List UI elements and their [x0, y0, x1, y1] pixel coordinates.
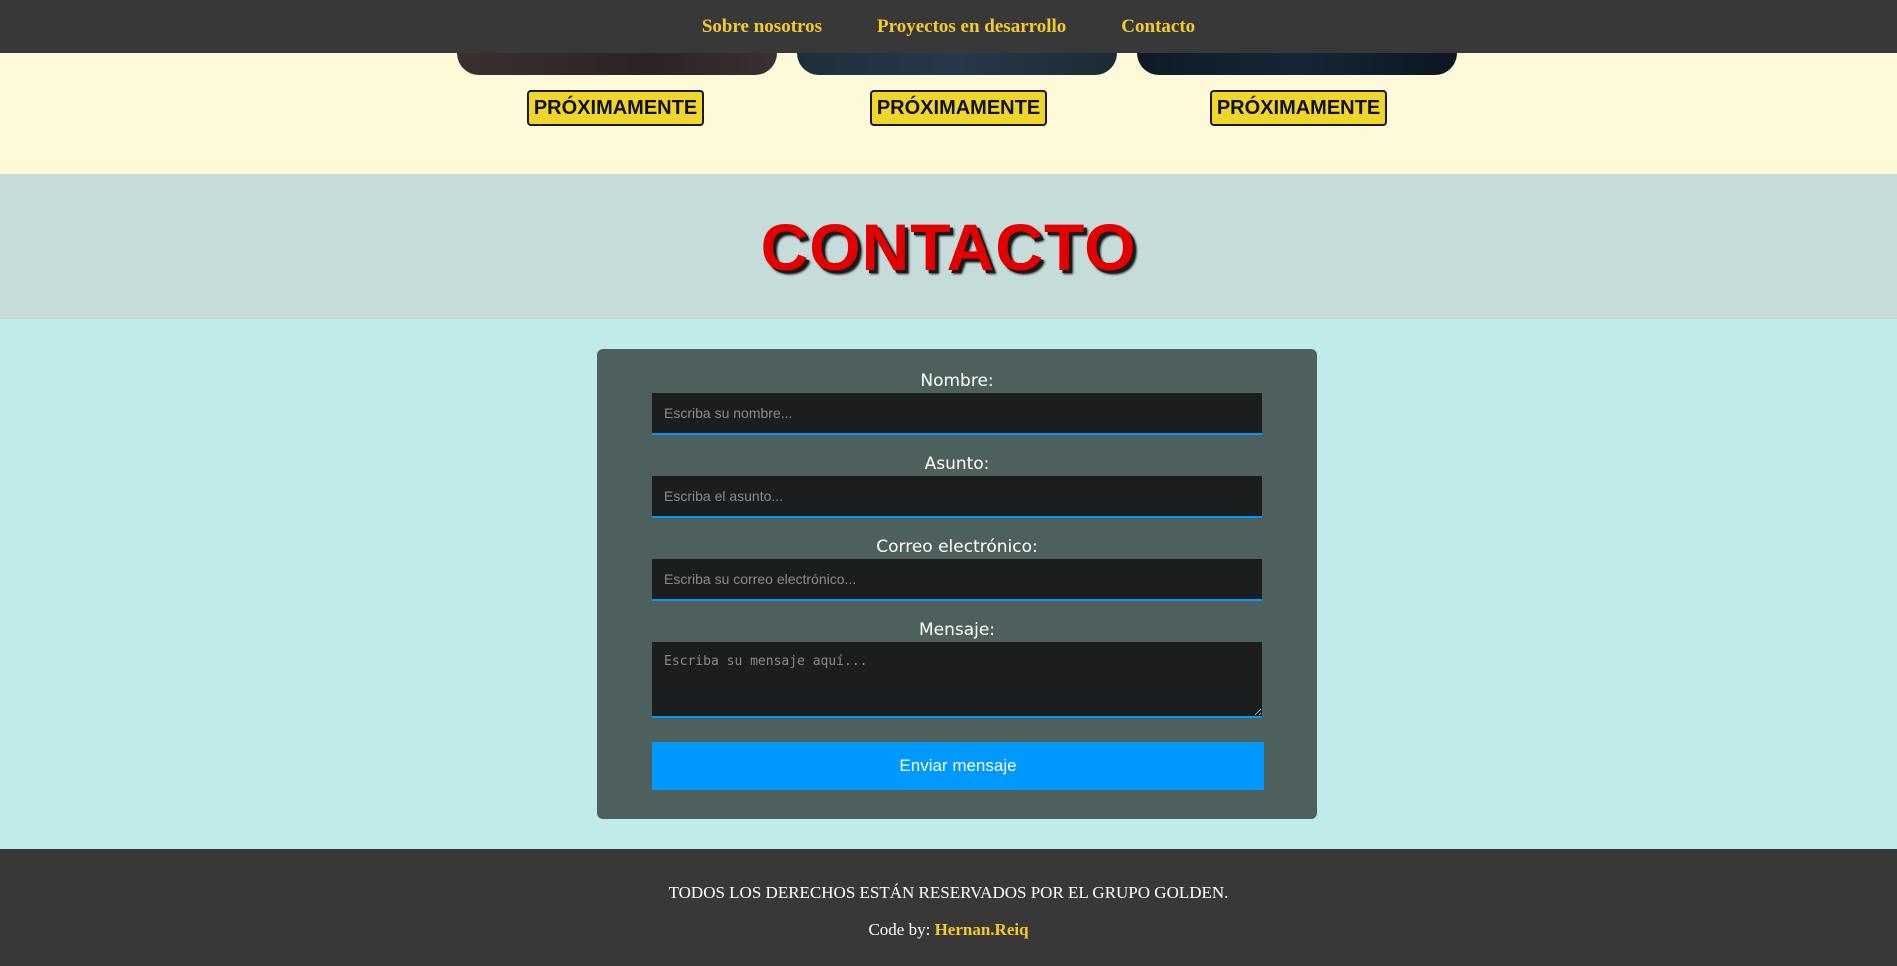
- copyright-text: TODOS LOS DERECHOS ESTÁN RESERVADOS POR …: [668, 883, 1229, 902]
- email-input[interactable]: [652, 559, 1262, 601]
- subject-label: Asunto:: [924, 454, 990, 474]
- name-input[interactable]: [652, 393, 1262, 435]
- send-message-button[interactable]: Enviar mensaje: [652, 742, 1264, 790]
- top-navigation: Sobre nosotros Proyectos en desarrollo C…: [0, 0, 1897, 53]
- contact-header: CONTACTO: [0, 174, 1897, 319]
- project-card-image: [1137, 53, 1457, 75]
- coming-soon-button[interactable]: PRÓXIMAMENTE: [870, 90, 1047, 126]
- message-label: Mensaje:: [918, 620, 996, 640]
- projects-section: PRÓXIMAMENTE PRÓXIMAMENTE PRÓXIMAMENTE: [0, 53, 1897, 174]
- project-card-image: [457, 53, 777, 75]
- credit-prefix: Code by:: [868, 920, 931, 939]
- coming-soon-button[interactable]: PRÓXIMAMENTE: [1210, 90, 1387, 126]
- name-label: Nombre:: [920, 371, 994, 391]
- nav-link-proyectos[interactable]: Proyectos en desarrollo: [877, 16, 1066, 38]
- nav-link-sobre-nosotros[interactable]: Sobre nosotros: [702, 16, 822, 38]
- email-label: Correo electrónico:: [876, 537, 1038, 557]
- credit-line: Code by: Hernan.Reiq: [0, 920, 1897, 940]
- contact-title: CONTACTO: [760, 209, 1137, 284]
- footer: TODOS LOS DERECHOS ESTÁN RESERVADOS POR …: [0, 849, 1897, 966]
- message-textarea[interactable]: [652, 642, 1262, 718]
- contact-form: Nombre: Asunto: Correo electrónico: Mens…: [597, 349, 1317, 819]
- author-link[interactable]: Hernan.Reiq: [935, 920, 1029, 939]
- coming-soon-button[interactable]: PRÓXIMAMENTE: [527, 90, 704, 126]
- nav-link-contacto[interactable]: Contacto: [1121, 16, 1195, 38]
- subject-input[interactable]: [652, 476, 1262, 518]
- project-card-image: [797, 53, 1117, 75]
